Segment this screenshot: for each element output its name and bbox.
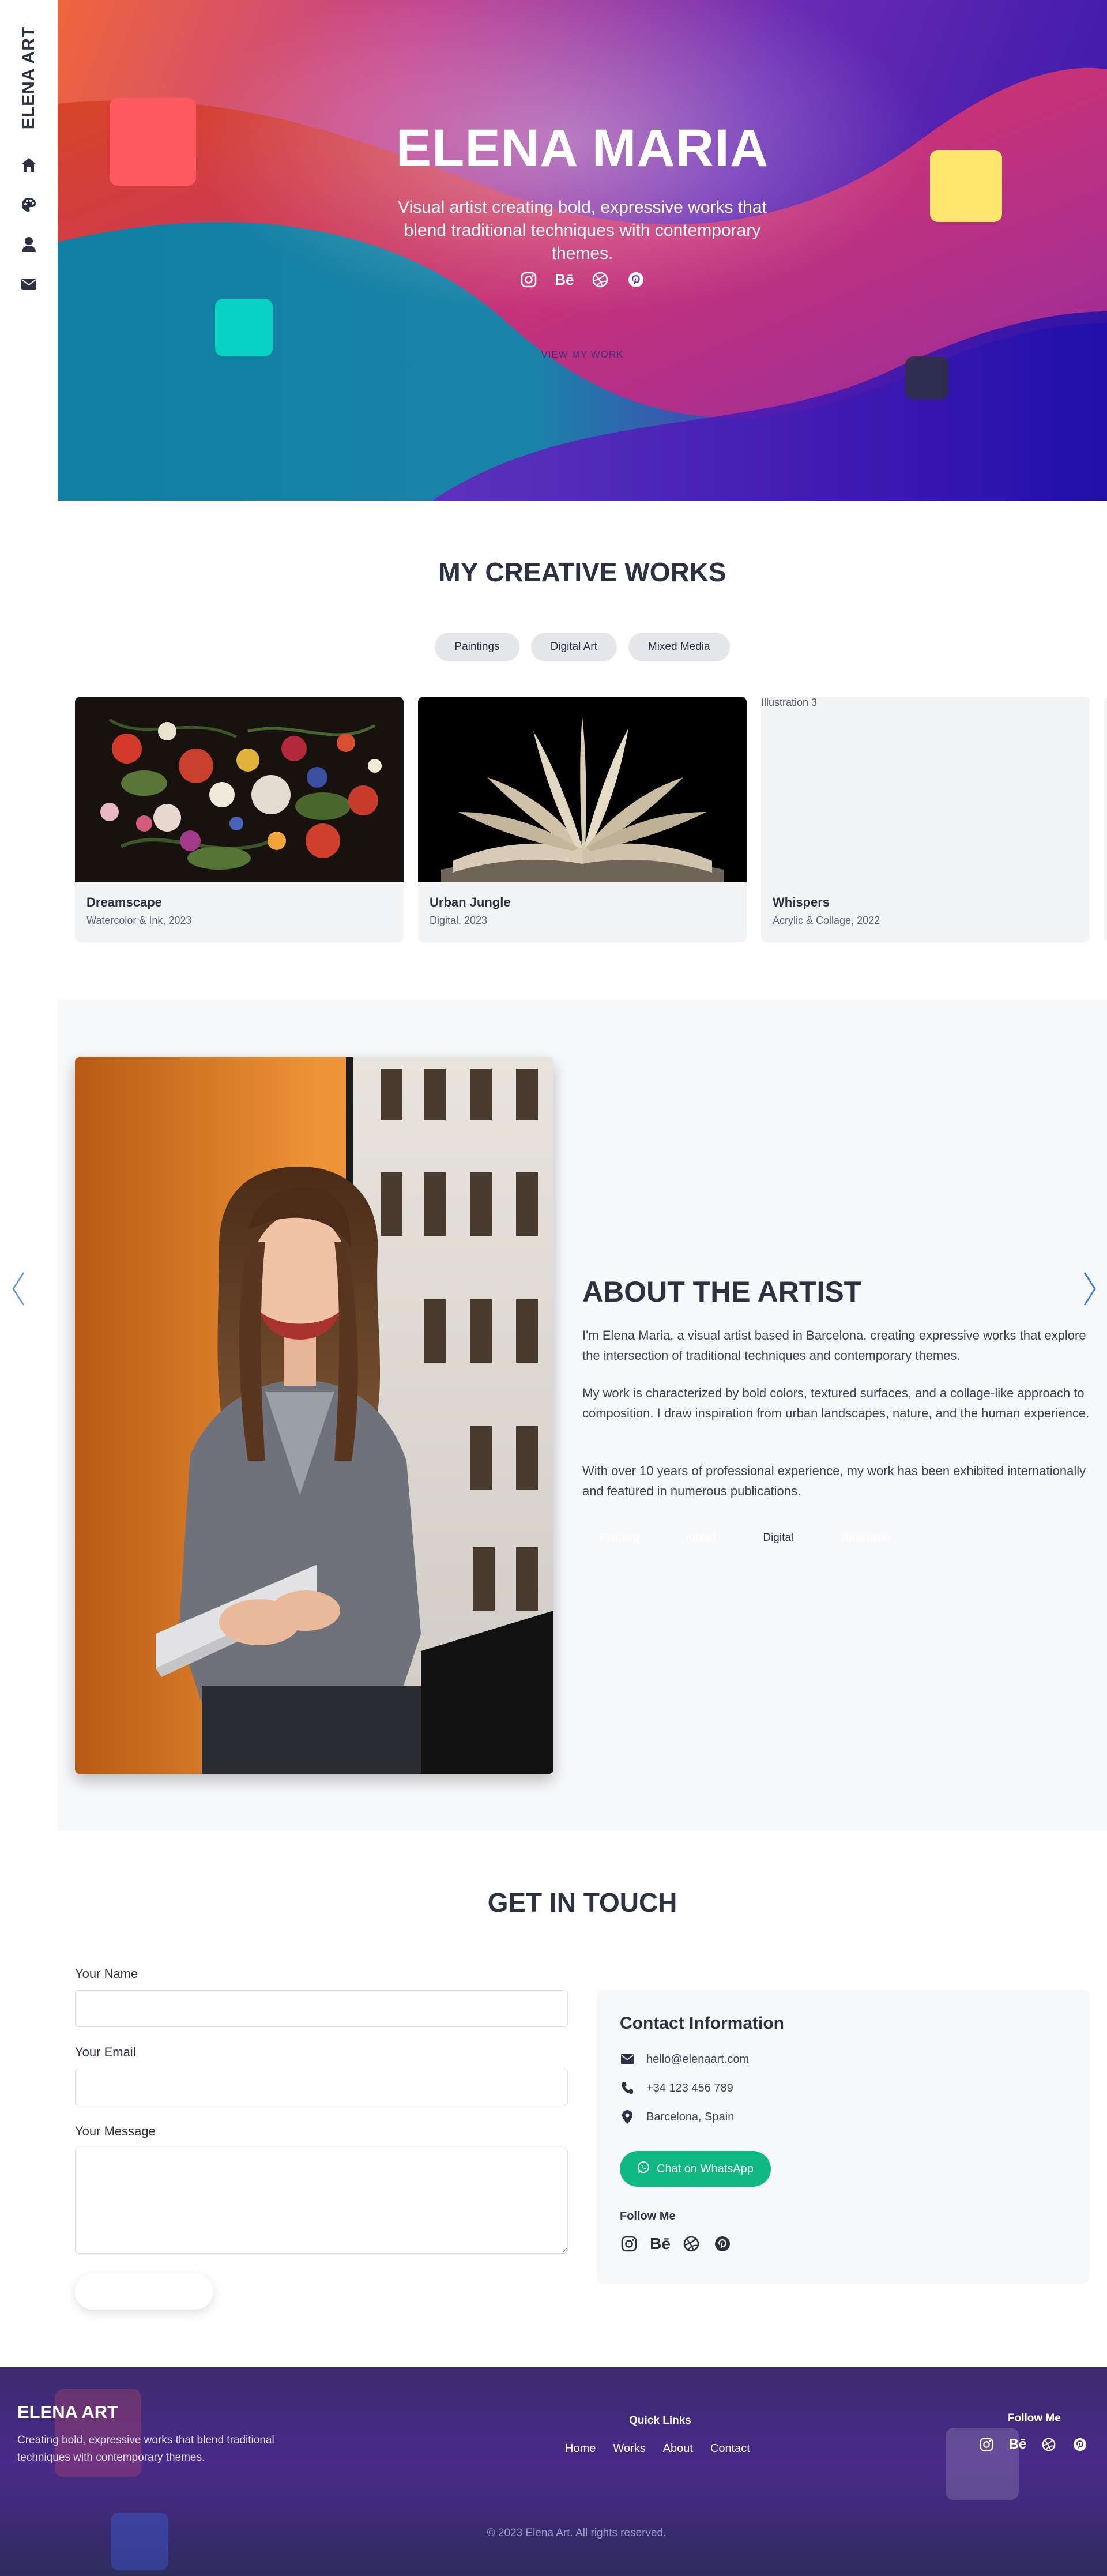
contact-location: Barcelona, Spain xyxy=(646,2110,735,2123)
user-icon[interactable] xyxy=(20,235,38,254)
artist-photo xyxy=(75,1057,554,1774)
about-paragraph-1: I'm Elena Maria, a visual artist based i… xyxy=(582,1328,1086,1363)
next-arrow-icon[interactable] xyxy=(1078,1269,1101,1309)
message-field[interactable] xyxy=(75,2148,568,2254)
filter-digital-art[interactable]: Digital Art xyxy=(530,633,617,661)
footer-quick-links: Home Works About Contact xyxy=(565,2442,750,2455)
work-meta: Acrylic & Collage, 2022 xyxy=(773,915,880,926)
view-work-link[interactable]: VIEW MY WORK xyxy=(58,349,1107,360)
contact-email[interactable]: hello@elenaart.com xyxy=(646,2053,749,2066)
behance-icon[interactable]: Bē xyxy=(555,270,574,289)
work-image-whispers: Illustration 3 xyxy=(761,697,1090,882)
tag-mixed[interactable]: Mixed xyxy=(669,1524,733,1552)
work-meta: Watercolor & Ink, 2023 xyxy=(86,915,192,926)
deco-square-teal xyxy=(215,299,273,356)
work-image-dreamscape xyxy=(75,697,404,882)
email-field[interactable] xyxy=(75,2069,568,2105)
about-title: ABOUT THE ARTIST xyxy=(582,1276,862,1308)
filter-paintings[interactable]: Paintings xyxy=(435,633,519,661)
name-field[interactable] xyxy=(75,1990,568,2027)
dribbble-icon[interactable] xyxy=(1041,2436,1057,2453)
contact-section-title: GET IN TOUCH xyxy=(487,1887,677,1917)
work-card-partial[interactable] xyxy=(1104,697,1107,942)
contact-email-row: hello@elenaart.com xyxy=(620,2052,749,2067)
works-section-title: MY CREATIVE WORKS xyxy=(438,557,726,587)
dribbble-icon[interactable] xyxy=(590,270,610,289)
works-filters: Paintings Digital Art Mixed Media xyxy=(58,633,1107,661)
work-title: Dreamscape xyxy=(86,895,162,909)
email-label: Your Email xyxy=(75,2045,136,2059)
map-pin-icon xyxy=(620,2109,635,2124)
tag-digital[interactable]: Digital xyxy=(745,1524,811,1552)
whatsapp-icon xyxy=(637,2161,650,2177)
prev-arrow-icon[interactable] xyxy=(7,1269,30,1309)
work-title: Urban Jungle xyxy=(430,895,511,909)
filter-mixed-media[interactable]: Mixed Media xyxy=(628,633,730,661)
quick-links-title: Quick Links xyxy=(629,2415,691,2427)
behance-icon[interactable]: Bē xyxy=(650,2235,671,2253)
work-card-whispers[interactable]: Illustration 3 Whispers Acrylic & Collag… xyxy=(761,697,1090,942)
contact-social-links: Bē xyxy=(620,2235,732,2253)
work-image-partial xyxy=(1104,697,1107,882)
footer-description: Creating bold, expressive works that ble… xyxy=(17,2434,274,2464)
tag-illustration[interactable]: Illustration xyxy=(823,1524,908,1552)
palette-icon[interactable] xyxy=(20,195,38,214)
home-icon[interactable] xyxy=(20,156,38,174)
contact-location-row: Barcelona, Spain xyxy=(620,2109,734,2124)
tag-painting[interactable]: Painting xyxy=(582,1524,657,1552)
follow-me-label: Follow Me xyxy=(620,2210,676,2222)
contact-info-title: Contact Information xyxy=(620,2014,784,2033)
deco-square-navy xyxy=(905,356,948,400)
hero-title: ELENA MARIA xyxy=(396,119,769,178)
message-label: Your Message xyxy=(75,2124,156,2138)
footer-link-home[interactable]: Home xyxy=(565,2442,596,2455)
footer-link-about[interactable]: About xyxy=(663,2442,693,2455)
sidebar-brand-text[interactable]: ELENA ART xyxy=(19,27,39,129)
contact-info-card: Contact Information hello@elenaart.com +… xyxy=(597,1990,1090,2284)
envelope-icon xyxy=(620,2052,635,2067)
hero-section: ELENA MARIA Visual artist creating bold,… xyxy=(58,0,1107,501)
dribbble-icon[interactable] xyxy=(682,2235,701,2253)
copyright: © 2023 Elena Art. All rights reserved. xyxy=(487,2527,667,2539)
hero-social-links: Bē xyxy=(58,270,1107,289)
footer-link-contact[interactable]: Contact xyxy=(710,2442,750,2455)
broken-image-alt-text: Illustration 3 xyxy=(761,697,818,708)
hero-subtitle: Visual artist creating bold, expressive … xyxy=(398,198,767,263)
sidebar-brand[interactable]: ELENA ART xyxy=(0,23,58,133)
about-paragraph-2: My work is characterized by bold colors,… xyxy=(582,1386,1090,1420)
contact-phone-row: +34 123 456 789 xyxy=(620,2081,733,2096)
envelope-icon[interactable] xyxy=(20,275,38,294)
phone-icon xyxy=(620,2081,635,2096)
sidebar-nav xyxy=(0,156,58,294)
instagram-icon[interactable] xyxy=(978,2436,995,2453)
instagram-icon[interactable] xyxy=(620,2235,638,2253)
whatsapp-button[interactable]: Chat on WhatsApp xyxy=(620,2151,771,2187)
pinterest-icon[interactable] xyxy=(626,270,646,289)
footer-brand[interactable]: ELENA ART xyxy=(17,2402,118,2423)
contact-phone[interactable]: +34 123 456 789 xyxy=(646,2082,733,2095)
work-title: Whispers xyxy=(773,895,830,909)
send-message-button[interactable]: Send Message xyxy=(75,2274,213,2310)
footer: ELENA ART Creating bold, expressive work… xyxy=(0,2367,1107,2576)
whatsapp-label: Chat on WhatsApp xyxy=(657,2162,754,2175)
pinterest-icon[interactable] xyxy=(1072,2436,1088,2453)
work-card-dreamscape[interactable]: Dreamscape Watercolor & Ink, 2023 xyxy=(75,697,404,942)
footer-deco-square-blue xyxy=(111,2513,168,2570)
work-image-urban-jungle xyxy=(418,697,747,882)
behance-icon[interactable]: Bē xyxy=(1009,2436,1027,2453)
instagram-icon[interactable] xyxy=(519,270,539,289)
footer-social-links: Bē xyxy=(978,2436,1088,2453)
pinterest-icon[interactable] xyxy=(713,2235,732,2253)
footer-follow-label: Follow Me xyxy=(1008,2412,1061,2424)
about-section: ABOUT THE ARTIST I'm Elena Maria, a visu… xyxy=(58,999,1107,1831)
works-gallery: Dreamscape Watercolor & Ink, 2023 Urban … xyxy=(75,697,1107,945)
sidebar: ELENA ART xyxy=(0,0,58,501)
work-meta: Digital, 2023 xyxy=(430,915,488,926)
work-card-urban-jungle[interactable]: Urban Jungle Digital, 2023 xyxy=(418,697,747,942)
footer-link-works[interactable]: Works xyxy=(613,2442,645,2455)
name-label: Your Name xyxy=(75,1966,138,1981)
about-paragraph-3: With over 10 years of professional exper… xyxy=(582,1464,1086,1498)
about-skill-tags: Painting Mixed Digital Illustration xyxy=(582,1524,908,1552)
